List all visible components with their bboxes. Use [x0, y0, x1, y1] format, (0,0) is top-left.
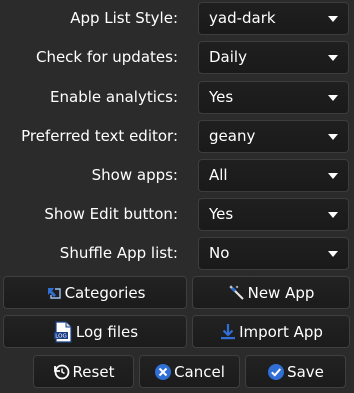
shuffle-app-list-dropdown[interactable]: No — [198, 237, 349, 270]
log-files-button[interactable]: LOG Log files — [3, 315, 187, 348]
check-updates-label: Check for updates: — [35, 48, 178, 66]
cancel-label: Cancel — [174, 362, 225, 381]
chevron-down-icon — [328, 251, 338, 257]
setting-row-app-list-style: App List Style: yad-dark — [0, 1, 354, 36]
new-app-button[interactable]: New App — [192, 276, 350, 309]
save-button[interactable]: Save — [245, 355, 346, 388]
app-list-style-dropdown[interactable]: yad-dark — [198, 2, 349, 35]
log-file-icon: LOG — [52, 320, 74, 343]
setting-row-show-apps: Show apps: All — [0, 158, 354, 193]
reset-icon — [53, 363, 71, 381]
setting-row-check-updates: Check for updates: Daily — [0, 40, 354, 75]
log-files-label: Log files — [75, 322, 139, 341]
check-updates-value: Daily — [209, 48, 247, 66]
show-apps-dropdown[interactable]: All — [198, 159, 349, 192]
reset-button[interactable]: Reset — [33, 355, 134, 388]
show-edit-button-value: Yes — [209, 205, 234, 223]
show-apps-label: Show apps: — [91, 166, 178, 184]
show-apps-value: All — [209, 166, 228, 184]
new-app-label: New App — [247, 283, 315, 302]
shuffle-app-list-value: No — [209, 244, 230, 262]
enable-analytics-dropdown[interactable]: Yes — [198, 81, 349, 114]
show-edit-button-dropdown[interactable]: Yes — [198, 198, 349, 231]
svg-text:LOG: LOG — [55, 333, 66, 339]
download-icon — [219, 323, 237, 341]
import-app-button[interactable]: Import App — [192, 315, 350, 348]
checkmark-icon — [267, 363, 285, 381]
chevron-down-icon — [328, 212, 338, 218]
text-editor-dropdown[interactable]: geany — [198, 120, 349, 153]
show-edit-button-label: Show Edit button: — [44, 205, 178, 223]
reset-label: Reset — [72, 362, 115, 381]
setting-row-enable-analytics: Enable analytics: Yes — [0, 80, 354, 115]
chevron-down-icon — [328, 95, 338, 101]
cancel-icon — [154, 363, 172, 381]
chevron-down-icon — [328, 16, 338, 22]
setting-row-shuffle-app-list: Shuffle App list: No — [0, 236, 354, 271]
chevron-down-icon — [328, 134, 338, 140]
check-updates-dropdown[interactable]: Daily — [198, 41, 349, 74]
app-list-style-label: App List Style: — [70, 9, 178, 27]
enable-analytics-label: Enable analytics: — [50, 88, 178, 106]
setting-row-show-edit-button: Show Edit button: Yes — [0, 197, 354, 232]
setting-row-text-editor: Preferred text editor: geany — [0, 119, 354, 154]
text-editor-label: Preferred text editor: — [21, 127, 178, 145]
cancel-button[interactable]: Cancel — [139, 355, 240, 388]
chevron-down-icon — [328, 55, 338, 61]
text-editor-value: geany — [209, 127, 256, 145]
magic-wand-icon — [228, 284, 246, 302]
import-app-label: Import App — [239, 322, 323, 341]
shuffle-app-list-label: Shuffle App list: — [59, 244, 178, 262]
categories-label: Categories — [64, 283, 146, 302]
save-label: Save — [287, 362, 324, 381]
app-list-style-value: yad-dark — [209, 9, 276, 27]
categories-button[interactable]: Categories — [3, 276, 187, 309]
enable-analytics-value: Yes — [209, 88, 234, 106]
categories-icon — [45, 284, 63, 302]
chevron-down-icon — [328, 173, 338, 179]
